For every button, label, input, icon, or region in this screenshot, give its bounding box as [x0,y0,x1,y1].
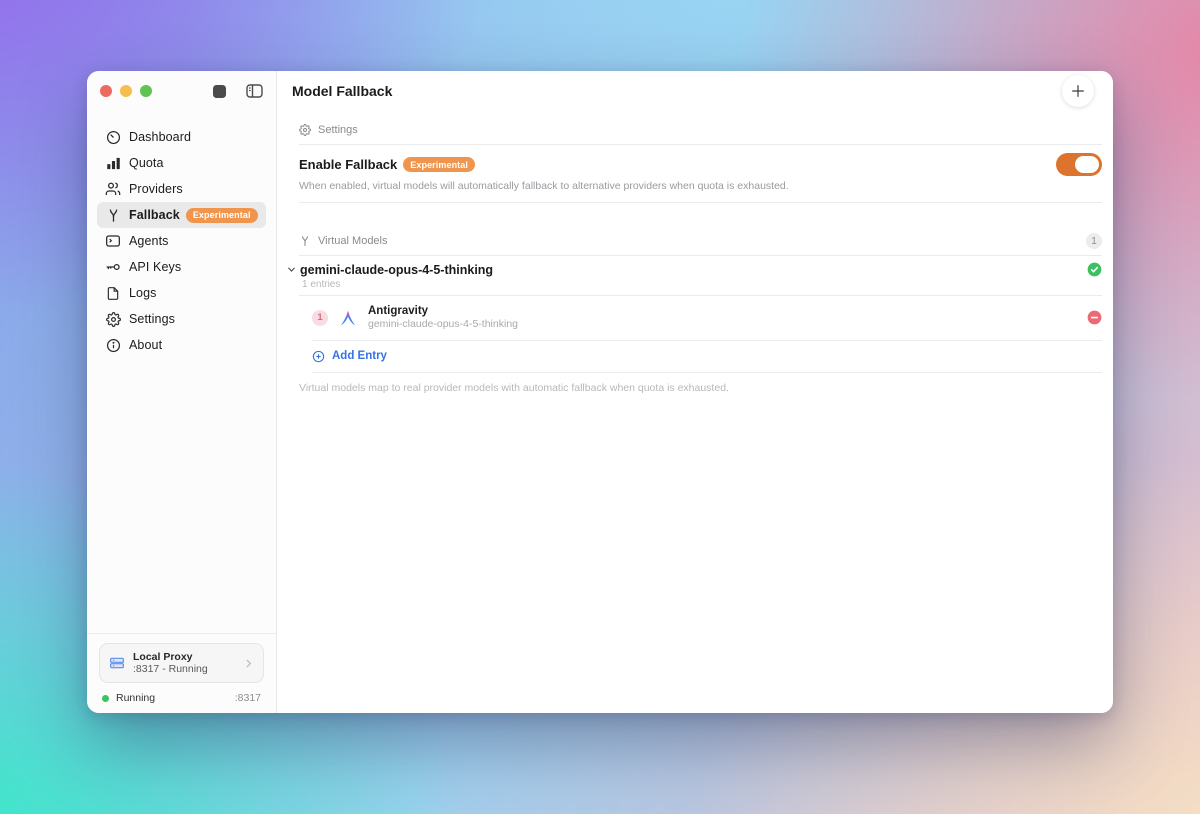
enable-fallback-label: Enable Fallback [299,157,398,172]
sidebar-item-dashboard[interactable]: Dashboard [97,124,266,150]
status-label: Running [116,692,156,704]
model-enabled-check-icon[interactable] [1087,262,1102,277]
sidebar-item-about[interactable]: About [97,332,266,358]
sidebar-item-agents[interactable]: Agents [97,228,266,254]
info-icon [105,337,121,353]
toggle-sidebar-icon[interactable] [246,84,263,98]
sidebar-footer: Local Proxy :8317 - Running Running :831… [87,633,276,713]
sidebar-item-settings[interactable]: Settings [97,306,266,332]
sidebar-item-label: API Keys [129,260,182,274]
zoom-window-button[interactable] [140,85,152,97]
main-header: Model Fallback [277,71,1113,111]
add-entry-button[interactable]: Add Entry [312,341,1102,373]
sidebar-item-label: Logs [129,286,157,300]
sidebar-item-label: Providers [129,182,183,196]
gauge-icon [105,129,121,145]
entries-count-label: 1 entries [302,279,341,290]
virtual-model-name: gemini-claude-opus-4-5-thinking [300,262,494,277]
virtual-models-header: Virtual Models 1 [299,227,1102,256]
entries-list: 1 Antigravity gemini-claude-opus-4-5-thi… [312,296,1102,373]
close-window-button[interactable] [100,85,112,97]
main-panel: Model Fallback Settings Enable Fallback … [277,71,1113,713]
main-content: Settings Enable Fallback Experimental Wh… [277,111,1113,394]
virtual-model-group-header[interactable]: gemini-claude-opus-4-5-thinking 1 entrie… [288,256,1102,296]
sidebar-item-label: Agents [129,234,169,248]
sidebar-titlebar [87,71,276,111]
bar-chart-icon [105,155,121,171]
document-icon [105,285,121,301]
server-icon [109,655,125,671]
chevron-right-icon [243,658,254,669]
page-title: Model Fallback [292,83,393,99]
chevron-down-icon [286,264,297,275]
experimental-badge: Experimental [185,207,258,223]
sidebar-item-label: Quota [129,156,164,170]
stop-server-icon[interactable] [213,84,226,98]
virtual-models-section: Virtual Models 1 gemini-claude-opus-4-5-… [288,227,1102,394]
local-proxy-card[interactable]: Local Proxy :8317 - Running [99,643,264,683]
sidebar-item-fallback[interactable]: Fallback Experimental [97,202,266,228]
sidebar-item-api-keys[interactable]: API Keys [97,254,266,280]
sidebar-item-logs[interactable]: Logs [97,280,266,306]
settings-section-header: Settings [299,116,1102,145]
terminal-window-icon [105,233,121,249]
key-icon [105,259,121,275]
minimize-window-button[interactable] [120,85,132,97]
proxy-title: Local Proxy [133,650,193,663]
status-port: :8317 [234,692,261,704]
virtual-models-footer: Virtual models map to real provider mode… [299,381,729,394]
sidebar: Dashboard Quota Providers Fallback Exper… [87,71,277,713]
sidebar-item-providers[interactable]: Providers [97,176,266,202]
gear-icon [105,311,121,327]
entry-priority-badge: 1 [312,309,328,326]
settings-section-label: Settings [318,124,358,136]
experimental-badge: Experimental [403,157,475,172]
enable-fallback-row: Enable Fallback Experimental When enable… [299,145,1102,203]
toggle-thumb [1075,156,1099,173]
sidebar-item-label: About [129,338,163,352]
remove-entry-button[interactable] [1087,310,1102,325]
virtual-models-label: Virtual Models [318,235,388,247]
entry-model-name: gemini-claude-opus-4-5-thinking [368,318,518,331]
fork-icon [105,207,121,223]
entry-provider-name: Antigravity [368,305,429,317]
fork-icon [299,235,311,247]
enable-fallback-toggle[interactable] [1056,153,1102,176]
proxy-status-row: Running :8317 [99,683,264,713]
users-icon [105,181,121,197]
sidebar-item-label: Settings [129,312,175,326]
plus-circle-icon [312,350,325,363]
enable-fallback-description: When enabled, virtual models will automa… [299,180,789,192]
add-entry-label: Add Entry [332,350,387,362]
status-dot-icon [102,694,109,702]
gear-icon [299,124,311,136]
proxy-subtitle: :8317 - Running [133,663,208,675]
antigravity-logo-icon [339,309,357,327]
fallback-entry-row[interactable]: 1 Antigravity gemini-claude-opus-4-5-thi… [312,296,1102,341]
sidebar-nav: Dashboard Quota Providers Fallback Exper… [87,111,276,358]
sidebar-item-quota[interactable]: Quota [97,150,266,176]
sidebar-item-label: Dashboard [129,130,192,144]
sidebar-item-label: Fallback [129,208,180,222]
model-count-badge: 1 [1086,233,1102,249]
app-window: Dashboard Quota Providers Fallback Exper… [87,71,1113,713]
add-virtual-model-button[interactable] [1062,75,1094,107]
